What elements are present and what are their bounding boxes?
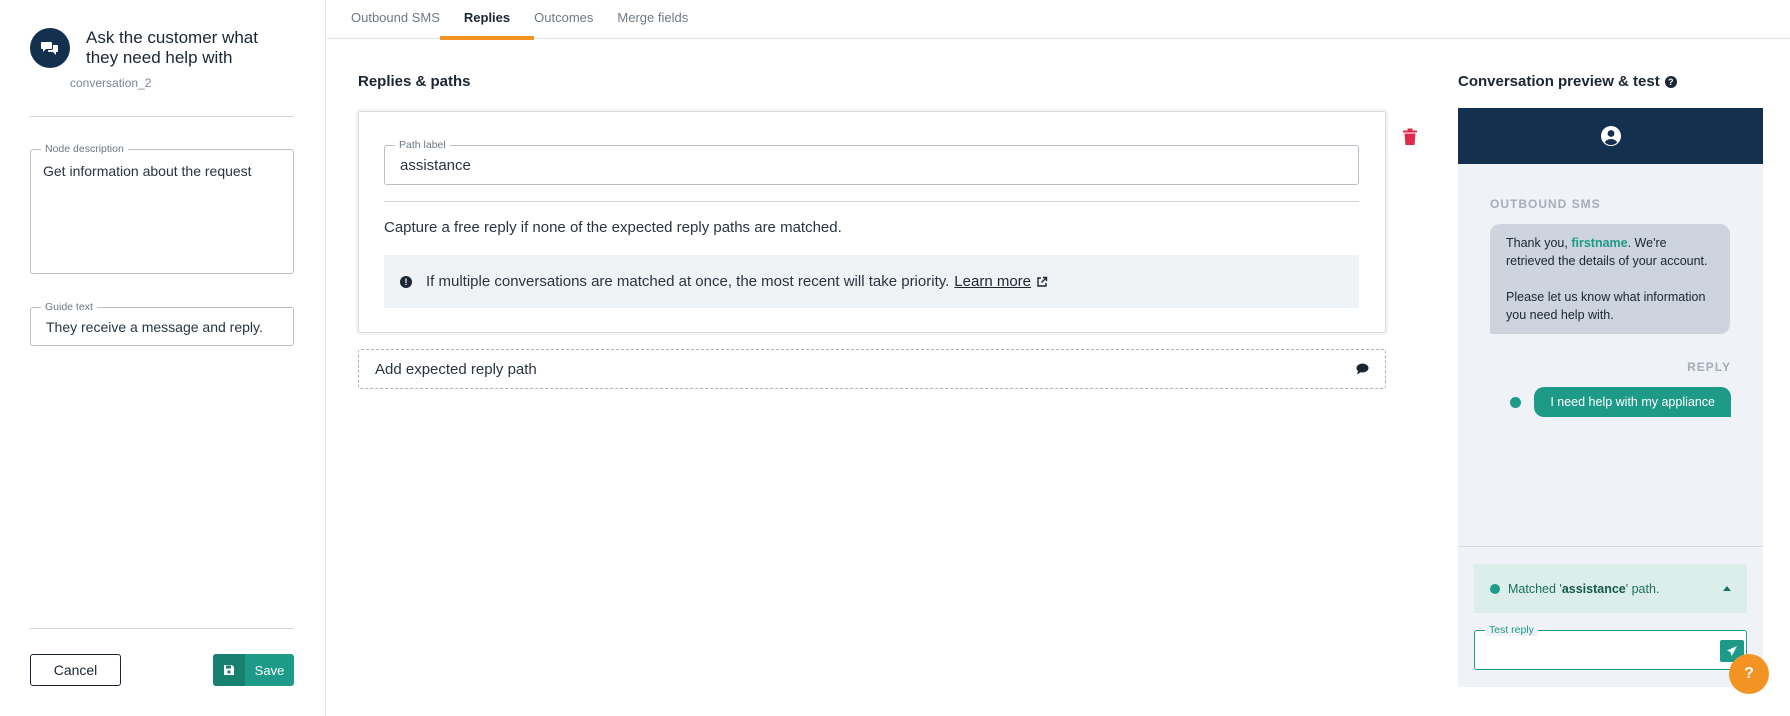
- speech-bubble-icon: [1356, 363, 1369, 375]
- chat-bubbles-icon: [30, 28, 70, 68]
- node-settings-panel: Ask the customer what they need help wit…: [0, 0, 326, 716]
- info-text: If multiple conversations are matched at…: [426, 273, 950, 290]
- reply-message-bubble: I need help with my appliance: [1534, 387, 1731, 417]
- add-reply-path-label: Add expected reply path: [375, 360, 537, 378]
- matched-path-banner[interactable]: Matched 'assistance' path.: [1474, 564, 1747, 613]
- matched-text: Matched 'assistance' path.: [1508, 581, 1660, 596]
- info-icon: !: [400, 275, 412, 288]
- external-link-icon: [1036, 276, 1048, 288]
- paper-plane-icon: [1727, 646, 1737, 656]
- node-description-value[interactable]: Get information about the request: [31, 150, 293, 192]
- user-avatar-icon: [1600, 125, 1622, 147]
- floppy-disk-icon: [213, 654, 245, 686]
- test-reply-label: Test reply: [1485, 624, 1538, 636]
- path-label-value[interactable]: assistance: [400, 157, 471, 174]
- save-label: Save: [254, 662, 285, 678]
- preview-header: [1458, 108, 1763, 164]
- help-button[interactable]: ?: [1729, 654, 1769, 694]
- node-description-label: Node description: [41, 143, 128, 155]
- reply-path-card: Path label assistance Capture a free rep…: [358, 111, 1386, 333]
- save-button[interactable]: Save: [213, 654, 294, 686]
- reply-label: REPLY: [1687, 360, 1731, 374]
- tab-bar: Outbound SMS Replies Outcomes Merge fiel…: [327, 0, 1790, 40]
- check-circle-icon: [1490, 583, 1500, 594]
- guide-text-value[interactable]: They receive a message and reply.: [31, 308, 293, 346]
- preview-title: Conversation preview & test ?: [1458, 73, 1677, 90]
- section-title: Replies & paths: [358, 73, 471, 90]
- node-id: conversation_2: [70, 76, 152, 90]
- divider: [30, 116, 294, 117]
- test-reply-input[interactable]: Test reply: [1474, 624, 1747, 670]
- node-header: Ask the customer what they need help wit…: [30, 28, 295, 90]
- tab-outbound-sms[interactable]: Outbound SMS: [351, 0, 440, 39]
- guide-text-label: Guide text: [41, 301, 97, 313]
- check-circle-icon: [1510, 396, 1522, 408]
- outbound-sms-label: OUTBOUND SMS: [1490, 197, 1601, 211]
- tab-outcomes[interactable]: Outcomes: [534, 0, 593, 39]
- divider: [384, 201, 1359, 202]
- reply-row: I need help with my appliance: [1510, 387, 1731, 417]
- divider: [1458, 546, 1763, 547]
- divider: [30, 628, 294, 629]
- tab-replies[interactable]: Replies: [439, 0, 535, 40]
- add-reply-path-button[interactable]: Add expected reply path: [358, 349, 1386, 389]
- info-banner: ! If multiple conversations are matched …: [384, 255, 1359, 308]
- cancel-button[interactable]: Cancel: [30, 654, 121, 686]
- tab-merge-fields[interactable]: Merge fields: [617, 0, 688, 39]
- capture-text: Capture a free reply if none of the expe…: [384, 219, 842, 236]
- guide-text-field[interactable]: Guide text They receive a message and re…: [30, 301, 294, 346]
- merge-field-firstname: firstname: [1571, 236, 1628, 250]
- question-icon[interactable]: ?: [1664, 75, 1677, 88]
- outbound-message-bubble: Thank you, firstname. We're retrieved th…: [1490, 224, 1730, 334]
- conversation-preview: OUTBOUND SMS Thank you, firstname. We're…: [1458, 108, 1763, 687]
- learn-more-link[interactable]: Learn more: [954, 273, 1031, 290]
- trash-icon[interactable]: [1402, 128, 1418, 146]
- node-description-field[interactable]: Node description Get information about t…: [30, 143, 294, 274]
- path-label-legend: Path label: [395, 139, 450, 151]
- chevron-up-icon[interactable]: [1723, 586, 1731, 591]
- path-label-field[interactable]: Path label assistance: [384, 139, 1359, 185]
- node-title: Ask the customer what they need help wit…: [86, 28, 258, 67]
